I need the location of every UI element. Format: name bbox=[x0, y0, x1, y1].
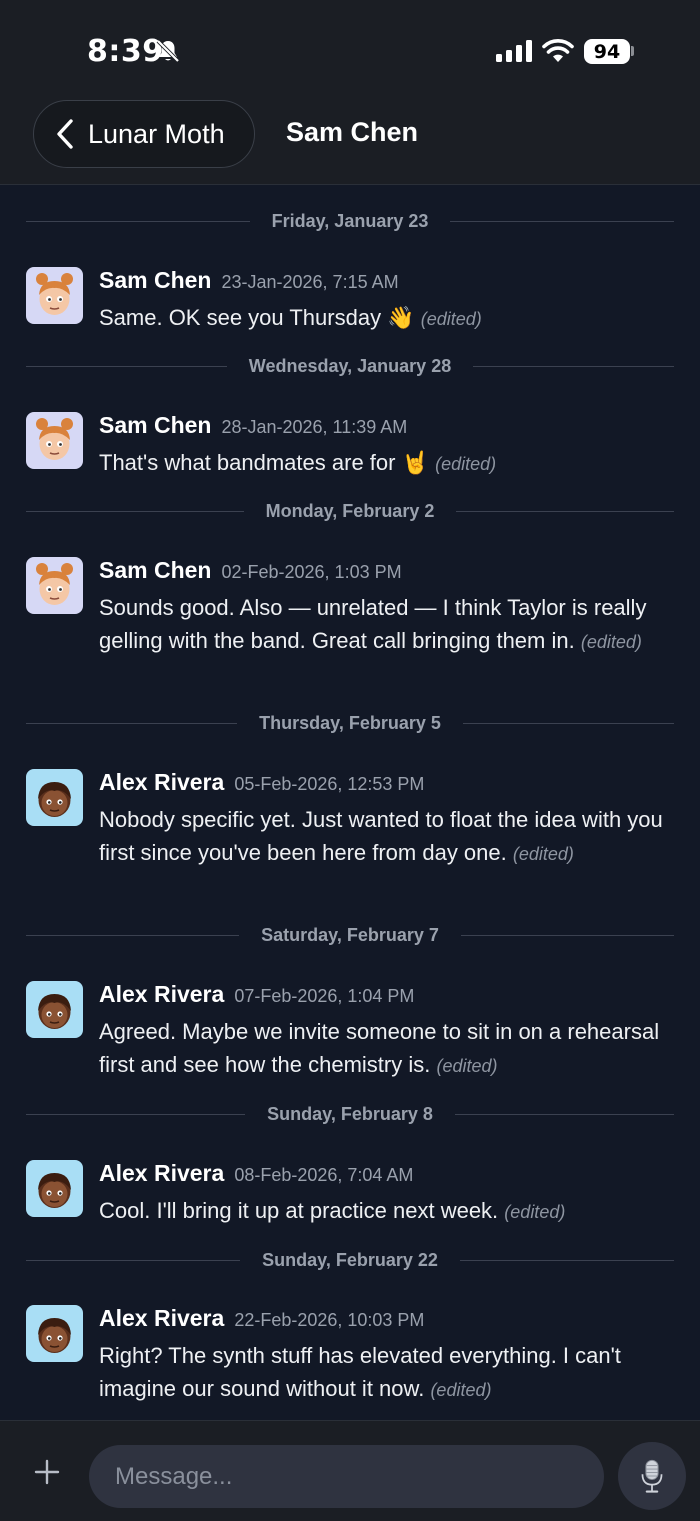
alex-avatar-illustration bbox=[38, 994, 71, 1029]
message-text: Sounds good. Also — unrelated — I think … bbox=[99, 595, 647, 653]
date-label: Friday, January 23 bbox=[271, 210, 429, 231]
message-timestamp: 05-Feb-2026, 12:53 PM bbox=[234, 774, 425, 794]
message-timestamp: 07-Feb-2026, 1:04 PM bbox=[234, 986, 415, 1006]
message-text: Cool. I'll bring it up at practice next … bbox=[99, 1198, 499, 1223]
date-divider: Monday, February 2 bbox=[26, 500, 674, 522]
message-text-block: That's what bandmates are for 🤘 (edited) bbox=[99, 446, 679, 481]
message-text-block: Agreed. Maybe we invite someone to sit i… bbox=[99, 1015, 679, 1083]
plus-icon[interactable] bbox=[34, 1459, 60, 1485]
bell-slash-icon bbox=[156, 39, 180, 63]
status-time: 8:39 bbox=[87, 34, 164, 69]
edited-label: (edited) bbox=[430, 1380, 492, 1400]
top-bar: 8:39 94 Lunar Moth Sam Chen bbox=[0, 0, 700, 185]
message-text-block: Cool. I'll bring it up at practice next … bbox=[99, 1194, 679, 1229]
message-text: Same. OK see you Thursday 👋 bbox=[99, 305, 415, 330]
message-timestamp: 08-Feb-2026, 7:04 AM bbox=[234, 1165, 414, 1185]
date-divider: Wednesday, January 28 bbox=[26, 355, 674, 377]
message-text-block: Sounds good. Also — unrelated — I think … bbox=[99, 591, 679, 659]
avatar[interactable] bbox=[26, 1305, 83, 1362]
message-input[interactable] bbox=[89, 1445, 604, 1508]
edited-label: (edited) bbox=[435, 454, 497, 474]
author-name[interactable]: Sam Chen bbox=[99, 267, 211, 293]
sam-avatar-illustration bbox=[36, 273, 73, 315]
chat-title: Sam Chen bbox=[286, 117, 419, 147]
back-label: Lunar Moth bbox=[88, 118, 225, 149]
alex-avatar-illustration bbox=[38, 1173, 71, 1208]
message-feed[interactable]: Friday, January 23 Sam Chen 23-Jan-2026, … bbox=[0, 186, 700, 1420]
battery-indicator: 94 bbox=[584, 39, 630, 64]
date-divider: Thursday, February 5 bbox=[26, 712, 675, 734]
author-name[interactable]: Alex Rivera bbox=[99, 769, 224, 795]
back-button[interactable]: Lunar Moth bbox=[33, 100, 255, 168]
alex-avatar-illustration bbox=[38, 1318, 71, 1353]
battery-tip bbox=[631, 46, 634, 56]
author-name[interactable]: Alex Rivera bbox=[99, 1160, 224, 1186]
message-text-block: Same. OK see you Thursday 👋 (edited) bbox=[99, 301, 679, 336]
date-label: Thursday, February 5 bbox=[259, 712, 441, 733]
edited-label: (edited) bbox=[436, 1056, 498, 1076]
date-label: Saturday, February 7 bbox=[261, 924, 439, 945]
message-text-block: Nobody specific yet. Just wanted to floa… bbox=[99, 803, 679, 871]
avatar[interactable] bbox=[26, 981, 83, 1038]
date-divider: Friday, January 23 bbox=[26, 210, 674, 232]
avatar[interactable] bbox=[26, 557, 83, 614]
edited-label: (edited) bbox=[504, 1202, 566, 1222]
date-divider: Saturday, February 7 bbox=[26, 924, 675, 946]
message-text: Agreed. Maybe we invite someone to sit i… bbox=[99, 1019, 660, 1077]
author-name[interactable]: Alex Rivera bbox=[99, 981, 224, 1007]
date-label: Sunday, February 8 bbox=[267, 1103, 433, 1124]
message-timestamp: 28-Jan-2026, 11:39 AM bbox=[221, 417, 408, 437]
message-timestamp: 23-Jan-2026, 7:15 AM bbox=[221, 272, 399, 292]
avatar[interactable] bbox=[26, 1160, 83, 1217]
avatar[interactable] bbox=[26, 267, 83, 324]
author-name[interactable]: Sam Chen bbox=[99, 412, 211, 438]
chevron-left-icon bbox=[57, 119, 73, 149]
microphone-icon bbox=[641, 1459, 663, 1493]
message-text: Right? The synth stuff has elevated ever… bbox=[99, 1343, 621, 1401]
edited-label: (edited) bbox=[580, 632, 642, 652]
edited-label: (edited) bbox=[512, 844, 574, 864]
edited-label: (edited) bbox=[420, 309, 482, 329]
sam-avatar-illustration bbox=[36, 563, 73, 605]
author-name[interactable]: Alex Rivera bbox=[99, 1305, 224, 1331]
wifi-icon bbox=[542, 39, 574, 62]
message-timestamp: 02-Feb-2026, 1:03 PM bbox=[221, 562, 402, 582]
sam-avatar-illustration bbox=[36, 418, 73, 460]
date-label: Wednesday, January 28 bbox=[248, 355, 452, 376]
date-divider: Sunday, February 8 bbox=[26, 1103, 674, 1125]
message-composer bbox=[0, 1420, 700, 1521]
message-text: Nobody specific yet. Just wanted to floa… bbox=[99, 807, 663, 865]
message-timestamp: 22-Feb-2026, 10:03 PM bbox=[234, 1310, 425, 1330]
author-name[interactable]: Sam Chen bbox=[99, 557, 211, 583]
cellular-signal-icon bbox=[496, 40, 532, 62]
message-text-block: Right? The synth stuff has elevated ever… bbox=[99, 1339, 679, 1407]
date-label: Sunday, February 22 bbox=[262, 1249, 438, 1270]
alex-avatar-illustration bbox=[38, 782, 71, 817]
avatar[interactable] bbox=[26, 769, 83, 826]
date-divider: Sunday, February 22 bbox=[26, 1249, 675, 1271]
date-label: Monday, February 2 bbox=[265, 500, 435, 521]
avatar[interactable] bbox=[26, 412, 83, 469]
microphone-button[interactable] bbox=[618, 1442, 686, 1510]
message-text: That's what bandmates are for 🤘 bbox=[99, 450, 429, 475]
